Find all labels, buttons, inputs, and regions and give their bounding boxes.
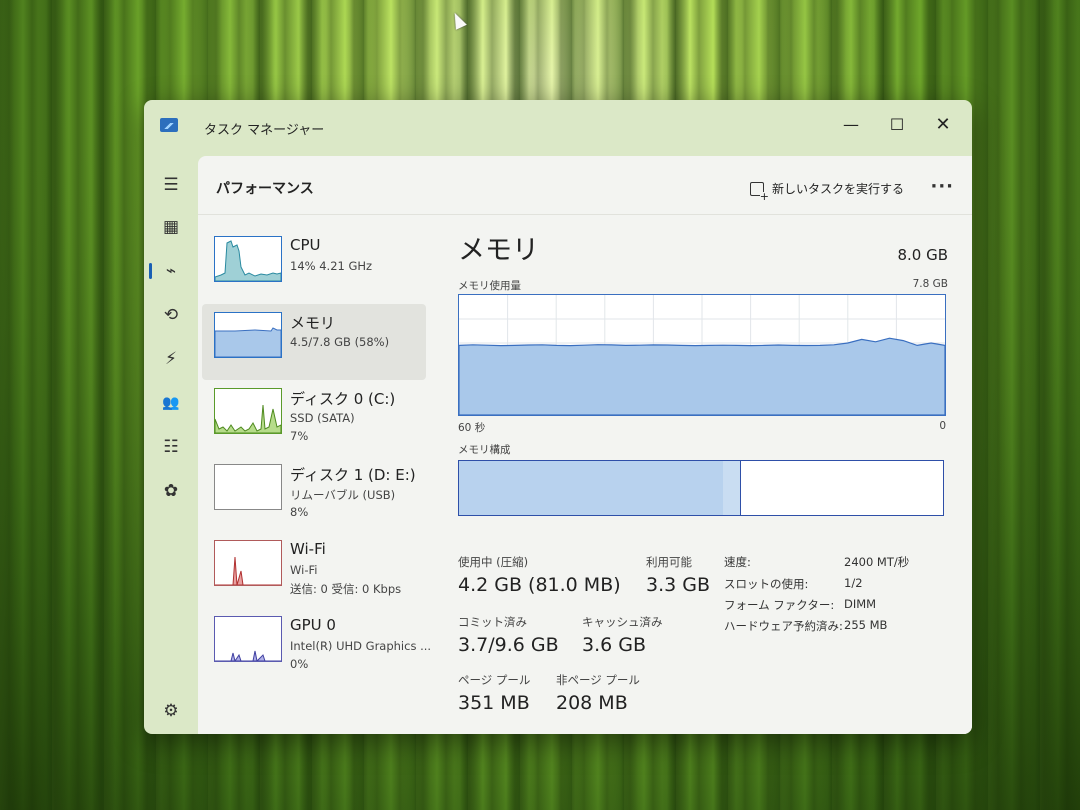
device-item-cpu[interactable]: CPU 14% 4.21 GHz — [202, 228, 426, 304]
stat-value: 3.3 GB — [646, 574, 711, 596]
device-name: GPU 0 — [290, 616, 336, 634]
device-usage: 0% — [290, 657, 309, 671]
mouse-cursor — [449, 10, 467, 30]
memory-usage-graph — [458, 295, 946, 416]
device-item-memory[interactable]: メモリ 4.5/7.8 GB (58%) — [202, 304, 426, 380]
device-detail: 4.5/7.8 GB (58%) — [290, 335, 390, 349]
device-detail: 14% 4.21 GHz — [290, 259, 373, 273]
cpu-thumbnail-graph — [214, 236, 282, 282]
gpu-0-thumbnail-graph — [214, 616, 282, 662]
prop-hw-reserved-label: ハードウェア予約済み: — [724, 619, 843, 633]
chart-axis-start: 60 秒 — [458, 422, 486, 434]
wifi-thumbnail-graph — [214, 540, 282, 586]
memory-composition-bar — [458, 460, 944, 516]
memory-title: メモリ — [458, 235, 539, 266]
stat-committed: コミット済み 3.7/9.6 GB — [458, 614, 559, 656]
stat-label: 使用中 (圧縮) — [458, 555, 529, 569]
disk-0-thumbnail-graph — [214, 388, 282, 434]
users-icon[interactable]: 👥 — [158, 390, 184, 416]
prop-slots-label: スロットの使用: — [724, 577, 809, 591]
stat-label: コミット済み — [458, 615, 527, 629]
details-icon[interactable]: ☷ — [158, 434, 184, 460]
prop-form-factor-value: DIMM — [844, 597, 877, 611]
chart-axis-end: 0 — [939, 420, 946, 432]
prop-speed-label: 速度: — [724, 555, 751, 569]
prop-slots-value: 1/2 — [844, 576, 863, 590]
app-history-icon[interactable]: ⟲ — [158, 302, 184, 328]
startup-apps-icon[interactable]: ⚡ — [158, 346, 184, 372]
device-item-wifi[interactable]: Wi-Fi Wi-Fi 送信: 0 受信: 0 Kbps — [202, 532, 426, 608]
settings-icon[interactable]: ⚙ — [158, 698, 184, 724]
memory-usage-chart — [458, 294, 946, 416]
stat-label: 利用可能 — [646, 555, 692, 569]
stat-label: キャッシュ済み — [582, 615, 663, 629]
memory-usage-area — [458, 337, 946, 416]
device-name: ディスク 1 (D: E:) — [290, 466, 416, 484]
device-usage: 7% — [290, 429, 309, 443]
prop-speed-value: 2400 MT/秒 — [844, 555, 910, 569]
device-item-disk-0[interactable]: ディスク 0 (C:) SSD (SATA) 7% — [202, 380, 426, 456]
stat-value: 208 MB — [556, 692, 628, 714]
close-button[interactable]: ✕ — [920, 110, 966, 140]
sidebar-nav: ☰ ▦ ⌁ ⟲ ⚡ 👥 ☷ ✿ ⚙ — [144, 152, 198, 734]
stat-nonpaged-pool: 非ページ プール 208 MB — [556, 672, 640, 714]
device-name: CPU — [290, 236, 321, 254]
device-usage: 8% — [290, 505, 309, 519]
device-detail: Wi-Fi — [290, 563, 318, 577]
run-new-task-label: 新しいタスクを実行する — [771, 182, 904, 196]
maximize-button[interactable]: ☐ — [874, 110, 920, 140]
composition-modified — [722, 461, 741, 515]
device-name: メモリ — [290, 314, 336, 332]
device-item-gpu-0[interactable]: GPU 0 Intel(R) UHD Graphics ... 0% — [202, 608, 431, 684]
device-list: CPU 14% 4.21 GHz メモリ 4.5/7.8 GB (58%) ディ… — [202, 228, 431, 684]
minimize-button[interactable]: — — [828, 110, 874, 140]
content-header: パフォーマンス 新しいタスクを実行する ··· — [198, 156, 972, 215]
memory-total: 8.0 GB — [897, 246, 948, 264]
memory-usage-label: メモリ使用量 — [458, 280, 521, 292]
device-name: ディスク 0 (C:) — [290, 390, 396, 408]
title-bar[interactable]: タスク マネージャー — ☐ ✕ — [144, 100, 972, 152]
stat-value: 4.2 GB (81.0 MB) — [458, 574, 621, 596]
stat-in-use: 使用中 (圧縮) 4.2 GB (81.0 MB) — [458, 554, 621, 596]
memory-usage-max: 7.8 GB — [912, 278, 948, 290]
processes-icon[interactable]: ▦ — [158, 214, 184, 240]
new-task-icon — [749, 181, 769, 202]
task-manager-window: タスク マネージャー — ☐ ✕ ☰ ▦ ⌁ ⟲ ⚡ 👥 ☷ ✿ ⚙ パフォーマ… — [144, 100, 972, 734]
device-detail: Intel(R) UHD Graphics ... — [290, 639, 432, 653]
memory-composition-label: メモリ構成 — [458, 444, 511, 456]
window-title: タスク マネージャー — [204, 123, 325, 138]
stat-value: 3.7/9.6 GB — [458, 634, 559, 656]
content-pane: パフォーマンス 新しいタスクを実行する ··· CPU 14% 4.21 GHz — [198, 156, 972, 734]
memory-thumbnail-graph — [214, 312, 282, 358]
stat-value: 3.6 GB — [582, 634, 647, 656]
prop-form-factor-label: フォーム ファクター: — [724, 598, 835, 612]
stat-value: 351 MB — [458, 692, 530, 714]
services-icon[interactable]: ✿ — [158, 478, 184, 504]
device-item-disk-1[interactable]: ディスク 1 (D: E:) リムーバブル (USB) 8% — [202, 456, 426, 532]
composition-in-use — [459, 461, 724, 515]
device-name: Wi-Fi — [290, 540, 326, 558]
device-detail: SSD (SATA) — [290, 411, 355, 425]
task-manager-app-icon — [160, 118, 178, 132]
stat-cached: キャッシュ済み 3.6 GB — [582, 614, 663, 656]
stat-available: 利用可能 3.3 GB — [646, 554, 710, 596]
performance-icon[interactable]: ⌁ — [149, 258, 184, 284]
device-throughput: 送信: 0 受信: 0 Kbps — [290, 582, 402, 596]
stat-label: ページ プール — [458, 673, 531, 687]
run-new-task-button[interactable]: 新しいタスクを実行する — [749, 180, 904, 202]
stat-paged-pool: ページ プール 351 MB — [458, 672, 530, 714]
disk-1-thumbnail-graph — [214, 464, 282, 510]
device-detail: リムーバブル (USB) — [290, 488, 396, 502]
page-title: パフォーマンス — [216, 181, 314, 197]
prop-hw-reserved-value: 255 MB — [844, 618, 888, 632]
more-options-button[interactable]: ··· — [930, 176, 954, 197]
stat-label: 非ページ プール — [556, 673, 640, 687]
menu-icon[interactable]: ☰ — [158, 172, 184, 198]
